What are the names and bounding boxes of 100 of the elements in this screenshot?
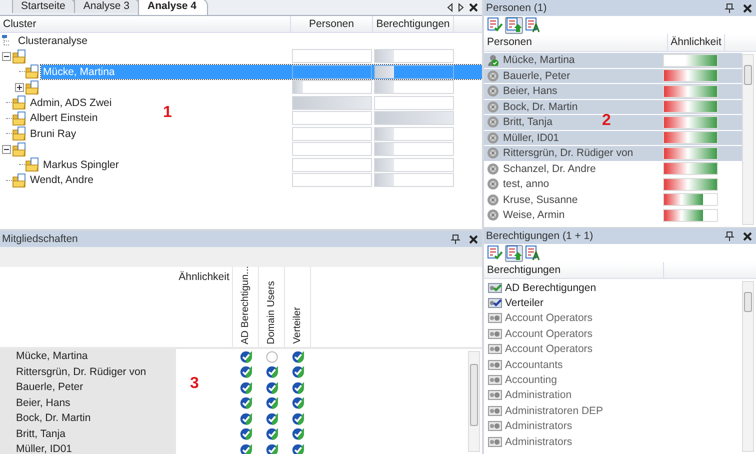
expand-icon[interactable] [14,82,24,92]
person-row[interactable]: Bauerle, Peter [484,68,742,83]
column-header[interactable]: Domain Users [266,280,277,344]
column-header[interactable]: Verteiler [292,307,303,344]
person-name: Britt, Tanja [503,116,552,128]
close-icon[interactable] [469,234,478,244]
collapse-icon[interactable] [2,52,10,61]
permission-item[interactable]: Administrators [505,420,572,432]
close-icon[interactable] [743,232,752,240]
scroll-left-icon[interactable] [447,3,453,12]
collapse-icon[interactable] [2,144,10,154]
permission-item[interactable]: Administratoren DEP [505,404,604,417]
group-icon [488,389,502,402]
tree-label[interactable]: Admin, ADS Zwei [28,96,114,110]
column-header[interactable]: Personen [484,34,667,51]
close-icon[interactable] [469,3,478,12]
row-header: Rittersgrün, Dr. Rüdiger von [0,364,176,380]
permission-item[interactable]: Verteiler [505,297,544,310]
column-header[interactable]: Cluster [0,16,290,32]
person-icon [487,116,499,128]
toolbar-button[interactable] [524,244,542,262]
pin-icon[interactable] [725,3,734,13]
tree-label[interactable]: Markus Spingler [41,158,121,172]
permission-item[interactable]: Account Operators [505,328,593,340]
scrollbar[interactable] [742,281,754,452]
folder-icon [25,80,39,95]
person-row[interactable]: Mücke, Martina [484,53,742,68]
permission-item[interactable]: AD Berechtigungen [505,282,596,294]
person-name: Beier, Hans [503,85,558,98]
toolbar-button[interactable] [486,16,504,34]
person-row[interactable]: Weise, Armin [484,208,742,222]
person-name: Mücke, Martina [503,54,575,66]
column-header[interactable]: Personen [290,16,372,32]
tree-label[interactable]: Clusteranalyse [18,34,90,48]
annotation-number: 3 [190,376,199,392]
column-header[interactable]: Ähnlichkeit [176,267,233,347]
group-icon [488,343,502,356]
permission-item[interactable]: Account Operators [505,343,593,356]
person-row[interactable]: Rittersgrün, Dr. Rüdiger von [484,146,742,160]
tree-root-icon [2,34,10,47]
person-icon [487,162,499,175]
folder-icon [25,64,39,80]
row-header: Mücke, Martina [0,349,176,364]
scrollbar[interactable] [468,351,480,452]
person-row[interactable]: test, anno [484,177,742,192]
person-name: Müller, ID01 [503,132,560,144]
toolbar-button[interactable] [505,16,523,34]
pin-icon[interactable] [451,234,460,244]
row-header: Müller, ID01 [0,442,176,454]
pin-icon[interactable] [725,231,734,241]
group-icon [488,312,502,324]
person-row[interactable]: Schanzel, Dr. Andre [484,162,742,176]
person-check-icon [487,54,499,66]
group-check-icon [488,297,502,310]
panel-title: Mitgliedschaften [2,233,78,245]
person-row[interactable]: Kruse, Susanne [484,192,742,207]
toolbar-button[interactable] [524,16,542,34]
permission-item[interactable]: Accountants [505,358,563,371]
group-check-icon [488,282,502,294]
person-row[interactable]: Müller, ID01 [484,130,742,145]
permission-item[interactable]: Administration [505,389,572,402]
tree-label[interactable]: Wendt, Andre [28,173,96,188]
group-icon [488,420,502,432]
toolbar-button[interactable] [505,244,523,262]
tab[interactable]: Startseite [12,0,76,13]
close-icon[interactable] [743,4,752,12]
group-icon [488,358,502,371]
column-header[interactable]: Ähnlichkeit [667,34,725,51]
person-name: Rittersgrün, Dr. Rüdiger von [503,147,634,160]
permission-item[interactable]: Account Operators [505,312,593,324]
scroll-right-icon[interactable] [458,3,464,12]
panel-title: Berechtigungen (1 + 1) [486,230,594,242]
person-icon [487,147,499,160]
scrollbar[interactable] [742,54,754,225]
panel-title: Personen (1) [486,2,547,14]
folder-icon [12,95,26,110]
folder-icon [12,110,26,126]
person-row[interactable]: Beier, Hans [484,84,742,98]
person-name: Bauerle, Peter [503,70,570,82]
person-name: Weise, Armin [503,209,565,222]
tree-label[interactable]: Bruni Ray [28,126,78,141]
column-header[interactable]: AD Berechtigun... [240,266,251,344]
column-header[interactable]: Berechtigungen [372,16,454,32]
tab[interactable]: Analyse 3 [74,0,140,13]
tab[interactable]: Analyse 4 [138,0,208,15]
permission-item[interactable]: Administrators [505,436,572,448]
tree-label[interactable]: Albert Einstein [28,111,100,126]
person-name: Kruse, Susanne [503,194,578,206]
group-icon [488,374,502,386]
folder-icon [12,126,26,142]
annotation-number: 2 [602,113,611,129]
permission-item[interactable]: Accounting [505,374,557,386]
person-icon [487,178,499,190]
person-icon [487,70,499,82]
row-header: Beier, Hans [0,396,176,411]
person-row[interactable]: Bock, Dr. Martin [484,100,742,114]
row-header: Britt, Tanja [0,426,176,442]
toolbar-button[interactable] [486,244,504,262]
group-icon [488,436,502,448]
person-icon [487,100,499,113]
